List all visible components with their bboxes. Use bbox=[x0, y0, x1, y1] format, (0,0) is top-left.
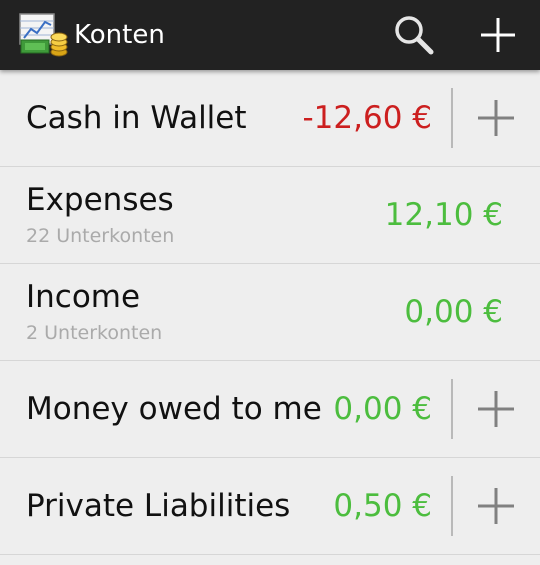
page-title: Konten bbox=[74, 20, 165, 50]
action-bar: Konten bbox=[0, 0, 540, 70]
account-balance: 12,10 € bbox=[384, 197, 503, 233]
account-name: Private Liabilities bbox=[26, 488, 291, 524]
divider bbox=[451, 379, 453, 439]
subaccount-count: 22 Unterkonten bbox=[26, 225, 175, 247]
search-icon[interactable] bbox=[389, 10, 439, 60]
account-row-income[interactable]: Income 2 Unterkonten 0,00 € bbox=[0, 264, 540, 361]
account-name: Money owed to me bbox=[26, 391, 322, 427]
divider bbox=[451, 88, 453, 148]
account-row-cash-in-wallet[interactable]: Cash in Wallet -12,60 € bbox=[0, 70, 540, 167]
account-row-expenses[interactable]: Expenses 22 Unterkonten 12,10 € bbox=[0, 167, 540, 264]
account-row-private-liabilities[interactable]: Private Liabilities 0,50 € bbox=[0, 458, 540, 555]
account-balance: 0,50 € bbox=[333, 488, 432, 524]
add-transaction-button[interactable] bbox=[470, 383, 522, 435]
account-name: Income bbox=[26, 279, 141, 315]
account-balance: 0,00 € bbox=[333, 391, 432, 427]
subaccount-count: 2 Unterkonten bbox=[26, 322, 163, 344]
add-account-button[interactable] bbox=[473, 10, 523, 60]
divider bbox=[451, 476, 453, 536]
account-name: Cash in Wallet bbox=[26, 100, 247, 136]
add-transaction-button[interactable] bbox=[470, 480, 522, 532]
add-transaction-button[interactable] bbox=[470, 92, 522, 144]
accounts-list: Cash in Wallet -12,60 € Expenses 22 Unte… bbox=[0, 70, 540, 555]
money-ledger-icon[interactable] bbox=[18, 12, 68, 58]
account-name: Expenses bbox=[26, 182, 174, 218]
account-row-money-owed-to-me[interactable]: Money owed to me 0,00 € bbox=[0, 361, 540, 458]
account-balance: -12,60 € bbox=[302, 100, 432, 136]
account-balance: 0,00 € bbox=[404, 294, 503, 330]
